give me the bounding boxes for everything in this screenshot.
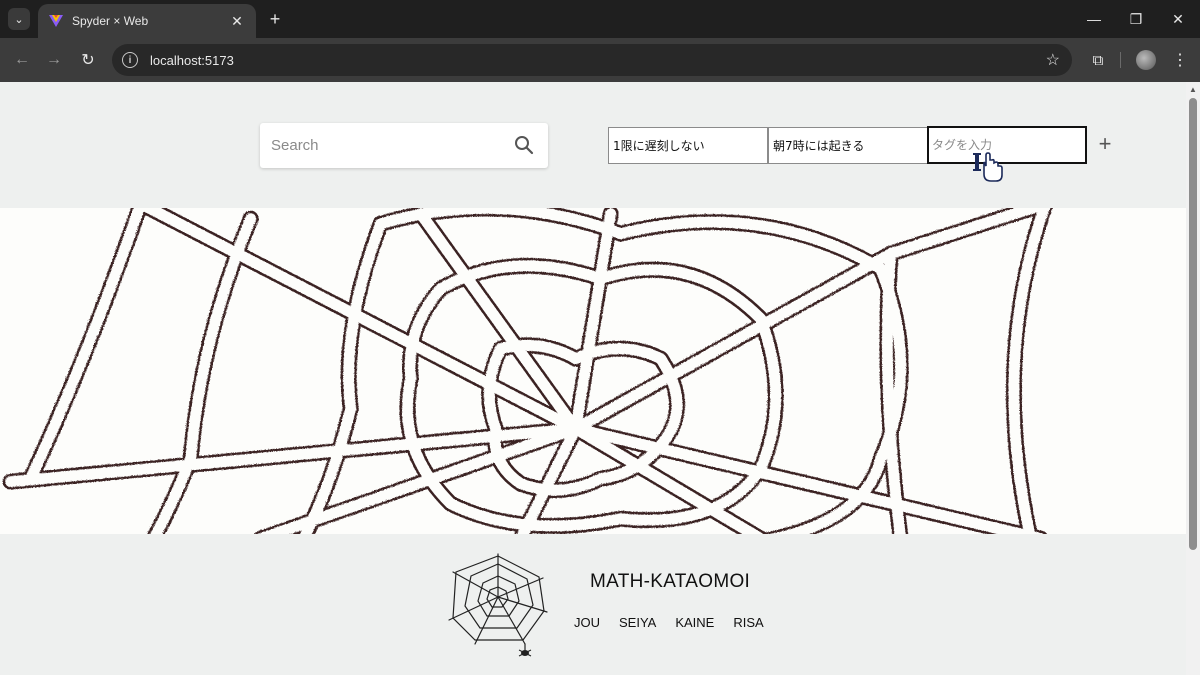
site-info-icon[interactable]: i [122,52,138,68]
forward-arrow-icon[interactable]: → [42,48,66,72]
address-bar[interactable]: i localhost:5173 ☆ [112,44,1072,76]
page-scrollbar[interactable]: ▲ [1186,82,1200,675]
scroll-up-arrow-icon[interactable]: ▲ [1189,85,1197,94]
spider-web-banner [0,208,1186,534]
tab-search-button[interactable]: ⌄ [8,8,30,30]
browser-tab-active[interactable]: Spyder × Web ✕ [38,4,256,38]
bookmark-star-icon[interactable]: ☆ [1046,50,1060,70]
tag-item[interactable]: 朝7時には起きる [768,127,928,164]
restore-icon[interactable]: ❐ [1124,8,1148,30]
profile-avatar[interactable] [1136,50,1156,70]
more-menu-icon[interactable]: ⋮ [1170,48,1190,72]
browser-toolbar: ← → ↻ i localhost:5173 ☆ ⧉ ⋮ [0,38,1200,82]
new-tab-button[interactable]: + [264,8,286,30]
page-viewport: 1限に遅刻しない 朝7時には起きる + [0,82,1186,675]
tag-item[interactable]: 1限に遅刻しない [608,127,768,164]
add-tag-button[interactable]: + [1094,131,1116,156]
search-box [260,123,548,168]
spyder-favicon-icon [49,15,63,27]
brand-name: MATH-KATAOMOI [590,571,751,592]
member-name: SEIYA [619,615,657,630]
minimize-icon[interactable]: — [1082,8,1106,30]
member-name: JOU [574,615,600,630]
tab-title: Spyder × Web [72,14,149,28]
tab-close-icon[interactable]: ✕ [228,13,246,30]
scroll-thumb[interactable] [1189,98,1197,550]
member-list: JOU SEIYA KAINE RISA [574,615,764,630]
member-name: RISA [733,615,764,630]
url-text: localhost:5173 [150,52,234,68]
search-input[interactable] [260,123,500,168]
spider-web-illustration [0,208,1186,534]
browser-tabbar: ⌄ Spyder × Web ✕ + — ❐ ✕ [0,0,1200,38]
member-name: KAINE [675,615,715,630]
search-icon[interactable] [514,135,534,155]
back-arrow-icon[interactable]: ← [10,48,34,72]
reload-icon[interactable]: ↻ [76,48,100,72]
extensions-puzzle-icon[interactable]: ⧉ [1086,48,1110,72]
close-window-icon[interactable]: ✕ [1166,8,1190,30]
spider-web-logo-icon [448,553,548,657]
tag-input[interactable] [927,126,1087,164]
hand-cursor-icon [973,152,1003,182]
toolbar-divider [1120,52,1121,68]
